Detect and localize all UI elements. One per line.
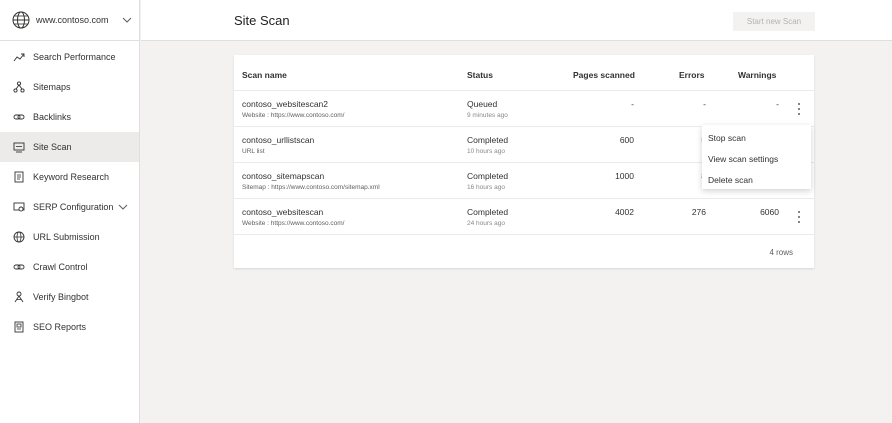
sidebar-item-label: Keyword Research xyxy=(33,172,110,182)
scan-source: URL list xyxy=(242,148,265,155)
site-name: www.contoso.com xyxy=(36,15,109,25)
sidebar-item-label: Search Performance xyxy=(33,52,116,62)
scan-time: 16 hours ago xyxy=(467,184,505,191)
more-options-icon[interactable] xyxy=(795,210,803,224)
menu-item-view-scan-settings[interactable]: View scan settings xyxy=(702,148,811,169)
sidebar-item-label: Backlinks xyxy=(33,112,72,122)
crawl-icon xyxy=(13,261,25,273)
scan-source: Website : https://www.contoso.com/ xyxy=(242,112,345,119)
scan-status: Completed xyxy=(467,207,509,217)
sidebar-item-keyword-research[interactable]: Keyword Research xyxy=(0,162,139,192)
sidebar-item-label: SERP Configuration xyxy=(33,202,114,212)
warnings-value: 6060 xyxy=(760,207,779,217)
column-header-status[interactable]: Status xyxy=(467,70,493,80)
scan-time: 9 minutes ago xyxy=(467,112,508,119)
sidebar-item-site-scan[interactable]: Site Scan xyxy=(0,132,139,162)
sidebar-item-label: Verify Bingbot xyxy=(33,292,89,302)
sidebar-nav: Search Performance Sitemaps Backlinks Si… xyxy=(0,41,139,342)
scan-source: Sitemap : https://www.contoso.com/sitema… xyxy=(242,184,380,191)
pages-scanned-value: - xyxy=(631,99,634,109)
link-icon xyxy=(13,111,25,123)
sidebar-item-backlinks[interactable]: Backlinks xyxy=(0,102,139,132)
scan-icon xyxy=(13,141,25,153)
table-row[interactable]: contoso_websitescan Website : https://ww… xyxy=(234,199,814,235)
report-icon xyxy=(13,321,25,333)
sidebar-item-search-performance[interactable]: Search Performance xyxy=(0,42,139,72)
sidebar-item-label: URL Submission xyxy=(33,232,100,242)
row-count: 4 rows xyxy=(769,248,793,257)
scan-name[interactable]: contoso_urllistscan xyxy=(242,135,314,145)
sidebar-item-label: Site Scan xyxy=(33,142,72,152)
column-header-errors[interactable]: Errors xyxy=(679,70,705,80)
page-header: Site Scan Start new Scan xyxy=(141,0,892,41)
errors-value: 276 xyxy=(691,207,706,217)
sidebar-item-label: Sitemaps xyxy=(33,82,71,92)
bot-icon xyxy=(13,291,25,303)
site-selector[interactable]: www.contoso.com xyxy=(0,0,139,41)
page-title: Site Scan xyxy=(234,13,290,28)
globe-icon xyxy=(13,231,25,243)
scan-status: Completed xyxy=(467,135,509,145)
sidebar-item-crawl-control[interactable]: Crawl Control xyxy=(0,252,139,282)
column-header-scan-name[interactable]: Scan name xyxy=(242,70,287,80)
trend-icon xyxy=(13,51,25,63)
column-header-pages-scanned[interactable]: Pages scanned xyxy=(573,70,635,80)
sidebar: www.contoso.com Search Performance Sitem… xyxy=(0,0,140,423)
sidebar-item-label: SEO Reports xyxy=(33,322,87,332)
document-icon xyxy=(13,171,25,183)
sidebar-item-verify-bingbot[interactable]: Verify Bingbot xyxy=(0,282,139,312)
table-row[interactable]: contoso_websitescan2 Website : https://w… xyxy=(234,91,814,127)
scan-source: Website : https://www.contoso.com/ xyxy=(242,220,345,227)
chevron-down-icon[interactable] xyxy=(122,15,132,25)
scan-status: Completed xyxy=(467,171,509,181)
pages-scanned-value: 4002 xyxy=(615,207,634,217)
menu-item-delete-scan[interactable]: Delete scan xyxy=(702,169,811,190)
scan-status: Queued xyxy=(467,99,498,109)
errors-value: - xyxy=(703,99,706,109)
serp-icon xyxy=(13,201,25,213)
scan-name[interactable]: contoso_sitemapscan xyxy=(242,171,324,181)
globe-icon xyxy=(12,11,30,29)
more-options-icon[interactable] xyxy=(795,102,803,116)
scan-context-menu: Stop scan View scan settings Delete scan xyxy=(702,125,811,189)
scan-name[interactable]: contoso_websitescan2 xyxy=(242,99,328,109)
chevron-down-icon[interactable] xyxy=(118,202,128,212)
scan-time: 10 hours ago xyxy=(467,148,505,155)
pages-scanned-value: 600 xyxy=(619,135,634,145)
sidebar-item-sitemaps[interactable]: Sitemaps xyxy=(0,72,139,102)
sidebar-item-serp-configuration[interactable]: SERP Configuration xyxy=(0,192,139,222)
warnings-value: - xyxy=(776,99,779,109)
scan-name[interactable]: contoso_websitescan xyxy=(242,207,323,217)
table-header: Scan name Status Pages scanned Errors Wa… xyxy=(234,55,814,91)
menu-item-stop-scan[interactable]: Stop scan xyxy=(702,127,811,148)
start-new-scan-button[interactable]: Start new Scan xyxy=(733,12,815,31)
pages-scanned-value: 1000 xyxy=(615,171,634,181)
sitemap-icon xyxy=(13,81,25,93)
column-header-warnings[interactable]: Warnings xyxy=(738,70,776,80)
sidebar-item-label: Crawl Control xyxy=(33,262,88,272)
scan-time: 24 hours ago xyxy=(467,220,505,227)
sidebar-item-seo-reports[interactable]: SEO Reports xyxy=(0,312,139,342)
sidebar-item-url-submission[interactable]: URL Submission xyxy=(0,222,139,252)
